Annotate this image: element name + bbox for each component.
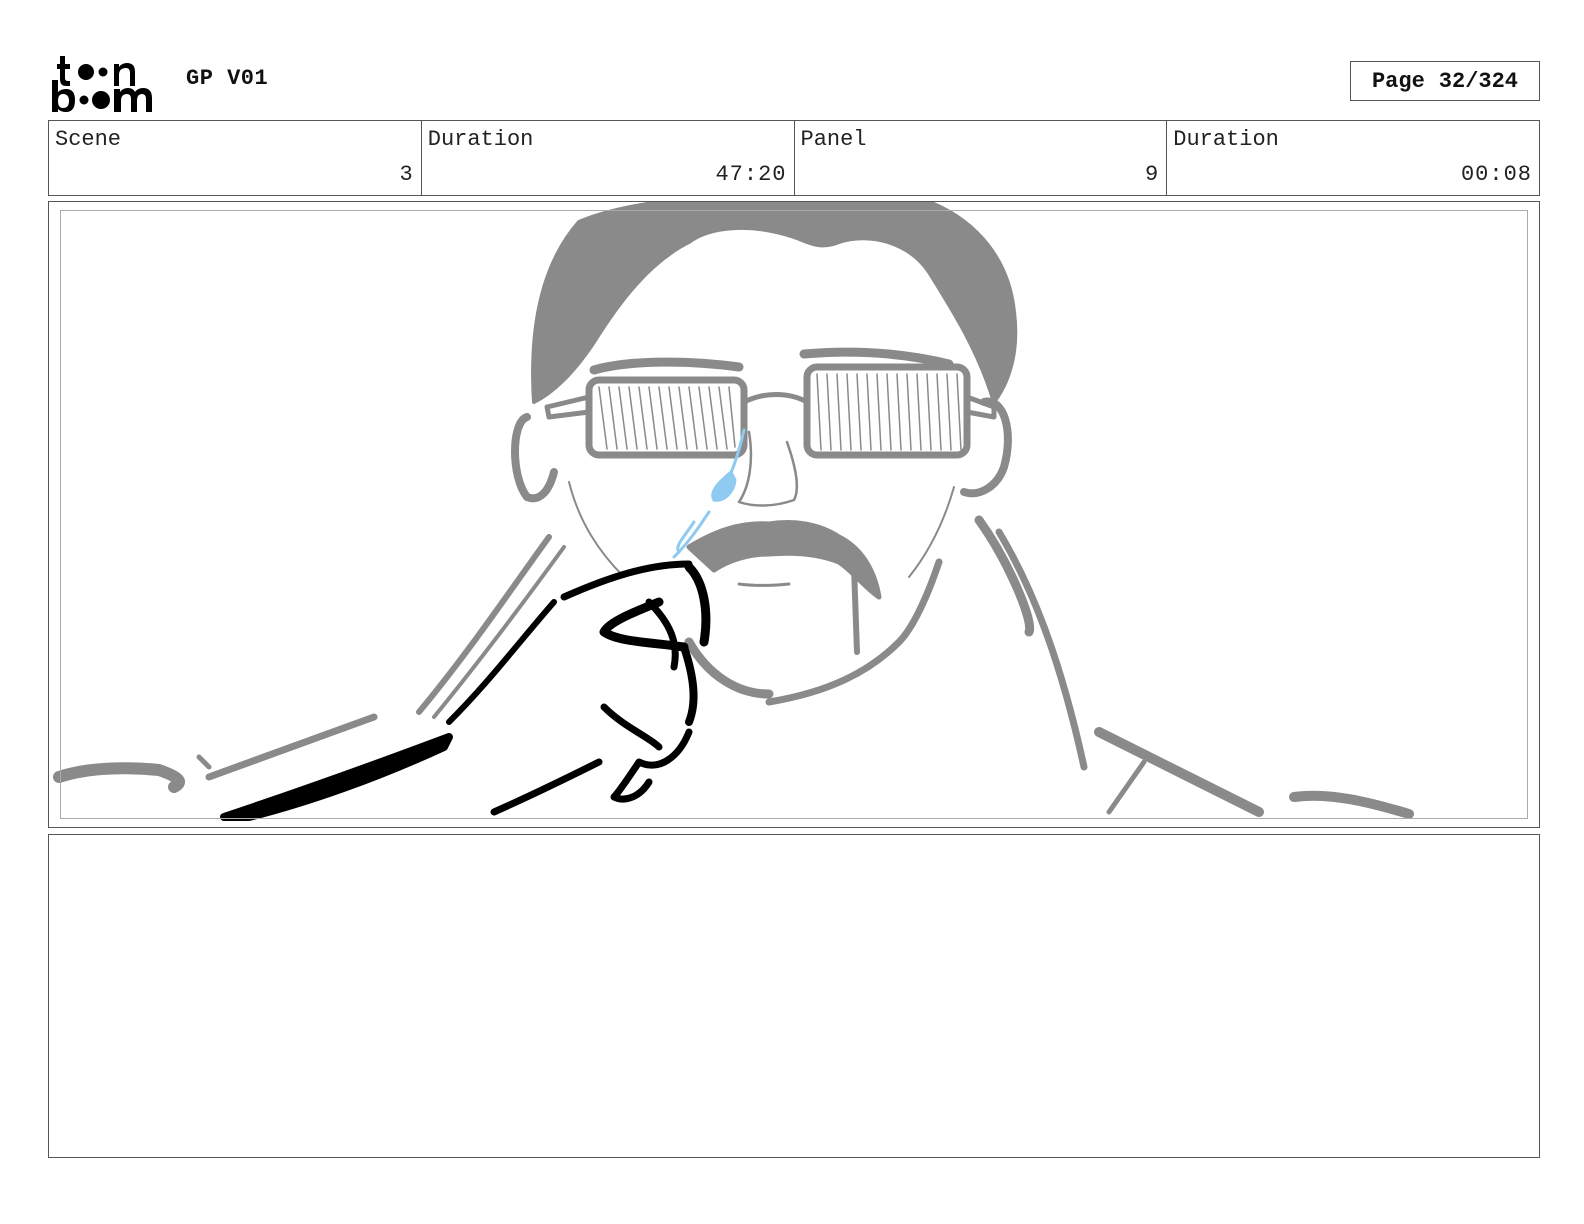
panel-cell: Panel 9: [795, 121, 1168, 195]
panel-label: Panel: [800, 127, 867, 152]
sketch-eyebrow-left: [589, 357, 744, 375]
logo-line1: [57, 56, 135, 86]
panel-duration-label: Duration: [1173, 127, 1279, 152]
sketch-shoulder-right-2: [1106, 759, 1147, 815]
sketch-hair: [531, 202, 1018, 404]
panel-sketch: [53, 202, 1414, 821]
sketch-hand-fist: [600, 703, 663, 751]
sketch-hand-top: [560, 560, 693, 601]
sketch-glasses-bridge: [741, 392, 810, 405]
scene-value: 3: [399, 162, 414, 187]
page-indicator: Page 32/324: [1350, 61, 1540, 101]
sketch-cheek-left: [568, 481, 625, 578]
sketch-moustache-drip: [851, 564, 860, 655]
panel-value: 9: [1145, 162, 1160, 187]
scene-duration-cell: Duration 47:20: [422, 121, 795, 195]
page-number: 32/324: [1438, 68, 1519, 94]
sketch-nose: [737, 430, 799, 507]
sketch-hand-knuckle: [680, 643, 698, 726]
scene-cell: Scene 3: [49, 121, 422, 195]
scene-duration-label: Duration: [427, 127, 534, 152]
project-title: GP V01: [186, 66, 269, 91]
sketch-shoulder-right: [1094, 727, 1264, 817]
sketch-hand-bottom: [490, 758, 603, 816]
sketch-hand-thumb: [684, 562, 711, 647]
sketch-hand: [220, 560, 711, 821]
sketch-lens-hatching: [598, 373, 962, 451]
sketch-shoulder-left-2: [205, 713, 378, 781]
sketch-hand-sleeve: [220, 733, 453, 821]
sketch-hand-wrist: [446, 599, 557, 725]
sketch-mouth: [737, 582, 791, 587]
sketch-shoulder-right-3: [1289, 790, 1414, 819]
sketch-hand-finger-2: [645, 598, 679, 671]
page-label: Page: [1371, 68, 1425, 94]
scene-label: Scene: [55, 127, 122, 152]
sketch-chin-left: [684, 637, 774, 699]
panel-notes-box: [48, 834, 1540, 1158]
toonboom-logo: [52, 56, 152, 112]
sketch-shoulder-left: [53, 762, 185, 793]
panel-duration-value: 00:08: [1460, 162, 1532, 187]
sketch-eyebrow-right: [799, 347, 954, 369]
panel-duration-cell: Duration 00:08: [1167, 121, 1539, 195]
sketch-cheek-right: [908, 486, 955, 578]
storyboard-panel: [48, 201, 1540, 828]
sketch-glasses-arm-left: [544, 394, 592, 420]
sketch-shoulder-left-3: [196, 754, 212, 770]
scene-info-row: Scene 3 Duration 47:20 Panel 9 Duration …: [48, 120, 1540, 196]
sketch-neck-left-2: [432, 545, 566, 719]
scene-duration-value: 47:20: [715, 162, 787, 187]
sketch-ear-left: [511, 413, 558, 503]
